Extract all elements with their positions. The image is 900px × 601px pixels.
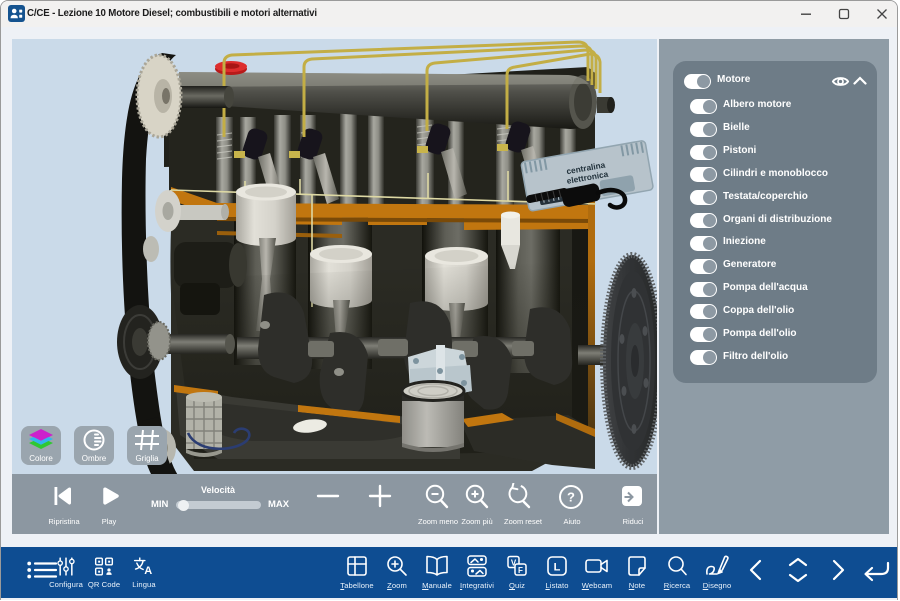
svg-text:F: F	[518, 566, 523, 575]
svg-text:?: ?	[567, 490, 575, 505]
svg-text:V: V	[511, 559, 517, 568]
svg-text:A: A	[144, 565, 152, 577]
svg-text:L: L	[554, 562, 561, 574]
